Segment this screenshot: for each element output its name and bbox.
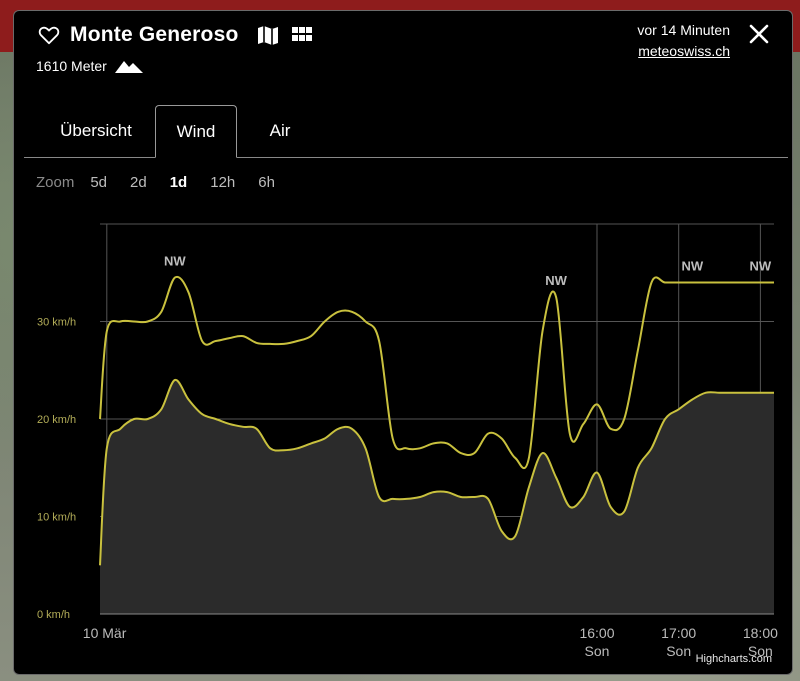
zoom-1d-button[interactable]: 1d	[170, 174, 188, 191]
zoom-2d-button[interactable]: 2d	[130, 174, 147, 191]
zoom-5d-button[interactable]: 5d	[90, 174, 107, 191]
map-icon[interactable]	[256, 23, 280, 47]
x-tick-sublabel: Son	[585, 643, 610, 659]
y-tick-label: 20 km/h	[37, 414, 76, 426]
x-tick-label: 18:00	[743, 625, 778, 641]
update-time: vor 14 Minuten	[637, 22, 730, 38]
mountain-icon	[114, 61, 143, 73]
x-tick-label: 17:00	[661, 625, 696, 641]
wind-mean-area	[100, 379, 774, 614]
y-tick-label: 30 km/h	[37, 317, 76, 329]
y-tick-label: 10 km/h	[37, 512, 76, 524]
wind-chart[interactable]: 0 km/h 10 km/h 20 km/h 30 km/h 10 Mär 16…	[14, 206, 792, 666]
wind-direction-label: NW	[164, 254, 186, 269]
zoom-12h-button[interactable]: 12h	[210, 174, 235, 191]
wind-direction-label: NW	[750, 259, 772, 274]
station-popup: Monte Generoso 1610 Meter vor 14 Minuten…	[13, 10, 793, 675]
zoom-6h-button[interactable]: 6h	[258, 174, 275, 191]
station-header: Monte Generoso	[38, 23, 314, 47]
tab-bar: Übersicht Wind Air	[24, 105, 788, 158]
close-icon[interactable]	[748, 23, 770, 45]
elevation-value: 1610 Meter	[36, 58, 107, 74]
x-tick-label: 16:00	[579, 625, 614, 641]
highcharts-credit[interactable]: Highcharts.com	[696, 653, 772, 665]
zoom-label: Zoom	[36, 174, 75, 191]
heart-outline-icon[interactable]	[38, 24, 60, 46]
update-info: vor 14 Minuten meteoswiss.ch	[637, 20, 730, 62]
station-name: Monte Generoso	[70, 23, 239, 46]
source-link[interactable]: meteoswiss.ch	[638, 43, 730, 59]
wind-direction-label: NW	[681, 259, 703, 274]
wind-direction-label: NW	[545, 273, 567, 288]
x-tick-label: 10 Mär	[83, 625, 127, 641]
tab-wind[interactable]: Wind	[155, 105, 237, 158]
elevation-row: 1610 Meter	[36, 58, 143, 74]
grid-icon[interactable]	[290, 23, 314, 47]
tab-air[interactable]: Air	[250, 105, 310, 155]
zoom-selector: Zoom 5d 2d 1d 12h 6h	[36, 174, 298, 191]
x-tick-sublabel: Son	[666, 643, 691, 659]
tab-uebersicht[interactable]: Übersicht	[44, 105, 148, 155]
y-tick-label: 0 km/h	[37, 609, 70, 621]
